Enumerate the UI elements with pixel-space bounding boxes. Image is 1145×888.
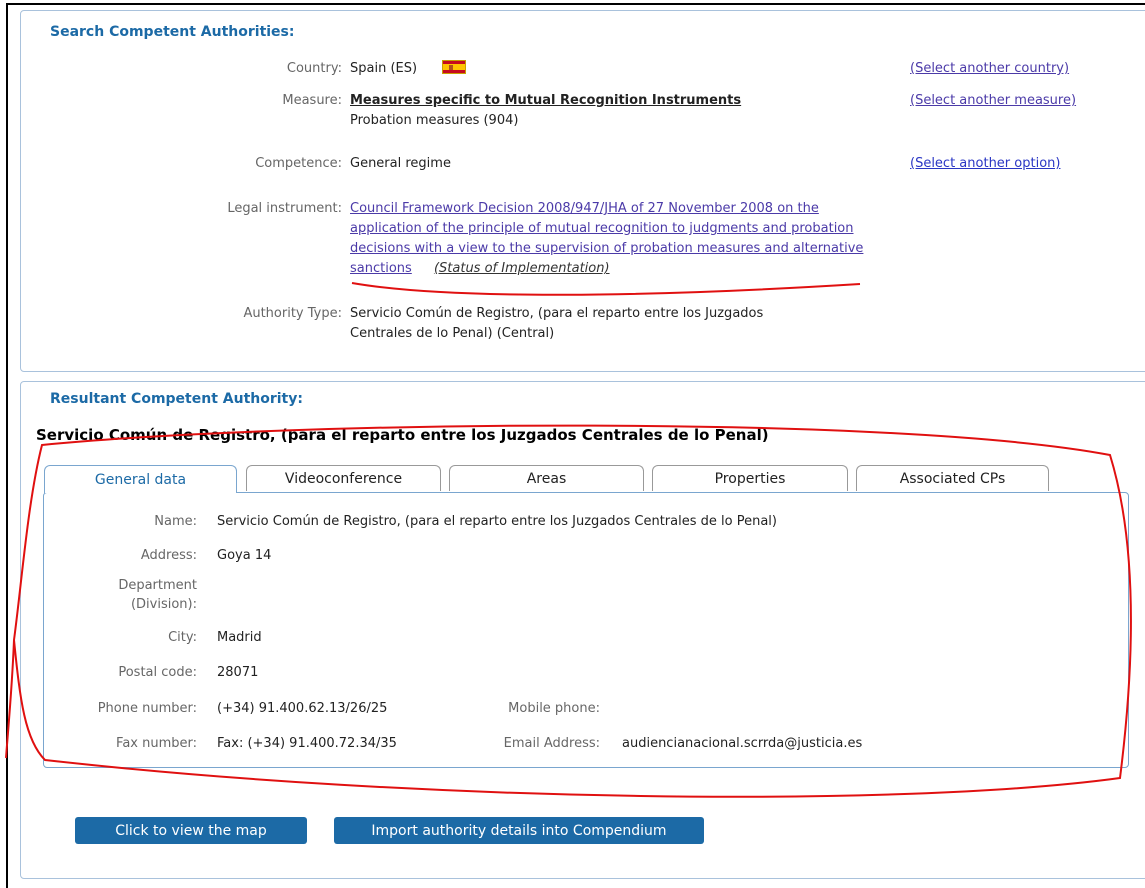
fax-number-label: Fax number: [116, 736, 197, 751]
authority-type-label: Authority Type: [243, 306, 342, 321]
select-another-measure-link[interactable]: (Select another measure) [910, 93, 1076, 108]
tab-associated-cps[interactable]: Associated CPs [856, 465, 1049, 491]
country-value: Spain (ES) [350, 61, 418, 76]
measure-subvalue: Probation measures (904) [350, 113, 519, 128]
phone-number-value: (+34) 91.400.62.13/26/25 [217, 701, 388, 716]
address-label: Address: [140, 548, 197, 563]
city-label: City: [168, 630, 197, 645]
authority-heading: Servicio Común de Registro, (para el rep… [36, 426, 769, 444]
postal-code-value: 28071 [217, 665, 259, 680]
competence-label: Competence: [255, 156, 342, 171]
select-another-option-link[interactable]: (Select another option) [910, 156, 1060, 171]
country-label: Country: [286, 61, 342, 76]
department-label-line1: Department [118, 578, 197, 593]
legal-instrument-block: Council Framework Decision 2008/947/JHA … [350, 199, 890, 279]
general-data-panel [43, 492, 1129, 768]
postal-code-label: Postal code: [118, 665, 197, 680]
phone-number-label: Phone number: [97, 701, 197, 716]
email-address-label: Email Address: [503, 736, 600, 751]
name-value: Servicio Común de Registro, (para el rep… [217, 514, 777, 529]
email-address-value: audiencianacional.scrrda@justicia.es [622, 736, 863, 751]
competence-value: General regime [350, 156, 451, 171]
authority-type-value-line2: Centrales de lo Penal) (Central) [350, 326, 555, 341]
name-label: Name: [154, 514, 197, 529]
result-panel-title: Resultant Competent Authority: [50, 391, 303, 407]
city-value: Madrid [217, 630, 262, 645]
view-map-button[interactable]: Click to view the map [75, 817, 307, 844]
measure-value: Measures specific to Mutual Recognition … [350, 93, 742, 108]
tab-properties[interactable]: Properties [652, 465, 848, 491]
tab-general-data[interactable]: General data [44, 465, 237, 493]
fax-number-value: Fax: (+34) 91.400.72.34/35 [217, 736, 397, 751]
authority-type-value-line1: Servicio Común de Registro, (para el rep… [350, 306, 764, 321]
tab-areas[interactable]: Areas [449, 465, 644, 491]
select-another-country-link[interactable]: (Select another country) [910, 61, 1069, 76]
tab-videoconference[interactable]: Videoconference [246, 465, 441, 491]
legal-instrument-label: Legal instrument: [227, 201, 342, 216]
search-panel-title: Search Competent Authorities: [50, 24, 295, 40]
spain-flag-icon [442, 60, 466, 74]
mobile-phone-label: Mobile phone: [508, 701, 600, 716]
measure-label: Measure: [282, 93, 342, 108]
address-value: Goya 14 [217, 548, 272, 563]
status-of-implementation-link[interactable]: (Status of Implementation) [434, 261, 610, 276]
department-label-line2: (Division): [130, 597, 197, 612]
import-authority-button[interactable]: Import authority details into Compendium [334, 817, 704, 844]
